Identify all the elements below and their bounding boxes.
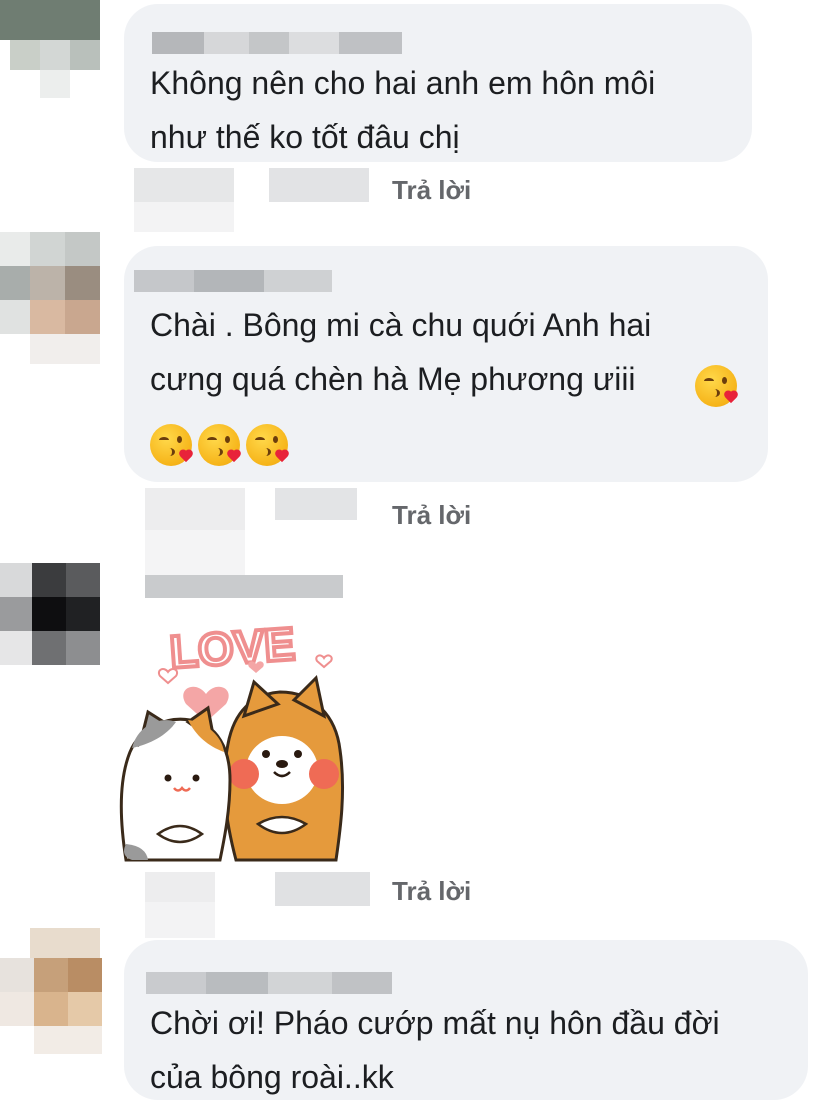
avatar-pixel — [30, 300, 65, 334]
author-name-blurred[interactable] — [152, 32, 402, 54]
avatar-pixel — [0, 0, 100, 40]
heart-icon — [315, 654, 333, 669]
comment-text: Chời ơi! Pháo cướp mất nụ hôn đầu đời củ… — [150, 996, 720, 1104]
avatar[interactable] — [0, 232, 110, 364]
shiba-nose — [276, 760, 288, 768]
avatar-pixel — [65, 232, 100, 266]
avatar-pixel — [10, 40, 40, 70]
avatar-pixel — [0, 631, 32, 665]
comment-line: Không nên cho hai anh em hôn môi — [150, 65, 656, 101]
avatar-pixel — [40, 70, 70, 98]
comment-text: Không nên cho hai anh em hôn môi như thế… — [150, 56, 655, 164]
avatar-pixel — [0, 232, 30, 266]
avatar-pixel — [30, 266, 65, 300]
reply-link[interactable]: Trả lời — [392, 175, 471, 206]
kissing-face-with-heart-emoji — [246, 424, 288, 466]
avatar[interactable] — [0, 0, 110, 100]
avatar-pixel — [40, 40, 70, 70]
author-name-blurred[interactable] — [134, 270, 332, 292]
avatar-pixel — [0, 300, 30, 334]
shiba-eye — [294, 750, 302, 758]
author-name-blurred[interactable] — [146, 972, 392, 994]
avatar-pixel — [65, 266, 100, 300]
avatar-pixel — [68, 958, 102, 992]
avatar-pixel — [34, 958, 68, 992]
avatar[interactable] — [0, 563, 110, 665]
avatar-pixel — [70, 40, 100, 70]
avatar-pixel — [0, 958, 34, 992]
comment-line: của bông roài..kk — [150, 1059, 394, 1095]
avatar-pixel — [34, 1026, 102, 1054]
avatar-pixel — [32, 597, 66, 631]
love-cat-and-shiba-sticker[interactable]: LOVE — [118, 612, 350, 864]
shiba-cheek — [229, 759, 259, 789]
avatar-pixel — [32, 563, 66, 597]
avatar-pixel — [0, 597, 32, 631]
comment-text: Chài . Bông mi cà chu quới Anh hai cưng … — [150, 298, 651, 406]
avatar-pixel — [0, 563, 32, 597]
avatar-pixel — [30, 232, 65, 266]
kissing-face-with-heart-emoji — [695, 365, 737, 407]
avatar-pixel — [32, 631, 66, 665]
avatar-pixel — [66, 631, 100, 665]
comment-line: như thế ko tốt đâu chị — [150, 119, 460, 155]
comment-line: Chời ơi! Pháo cướp mất nụ hôn đầu đời — [150, 1005, 720, 1041]
avatar-pixel — [66, 563, 100, 597]
reply-link[interactable]: Trả lời — [392, 876, 471, 907]
avatar-pixel — [66, 597, 100, 631]
kissing-face-with-heart-emoji — [150, 424, 192, 466]
avatar-pixel — [0, 992, 34, 1026]
avatar-pixel — [65, 300, 100, 334]
sticker-love-text: LOVE — [168, 617, 297, 678]
shiba-cheek — [309, 759, 339, 789]
reply-link[interactable]: Trả lời — [392, 500, 471, 531]
comment-line: cưng quá chèn hà Mẹ phương ưiii — [150, 361, 636, 397]
cat-eye — [164, 774, 172, 782]
timestamp-blurred — [145, 488, 357, 598]
shiba-eye — [262, 750, 270, 758]
kissing-face-with-heart-emoji — [198, 424, 240, 466]
avatar-pixel — [30, 334, 100, 364]
avatar[interactable] — [0, 928, 112, 1058]
cat-eye — [192, 774, 200, 782]
timestamp-blurred — [134, 168, 369, 232]
avatar-pixel — [34, 992, 68, 1026]
comment-line: Chài . Bông mi cà chu quới Anh hai — [150, 307, 652, 343]
avatar-pixel — [68, 992, 102, 1026]
avatar-pixel — [30, 928, 100, 958]
avatar-pixel — [0, 266, 30, 300]
